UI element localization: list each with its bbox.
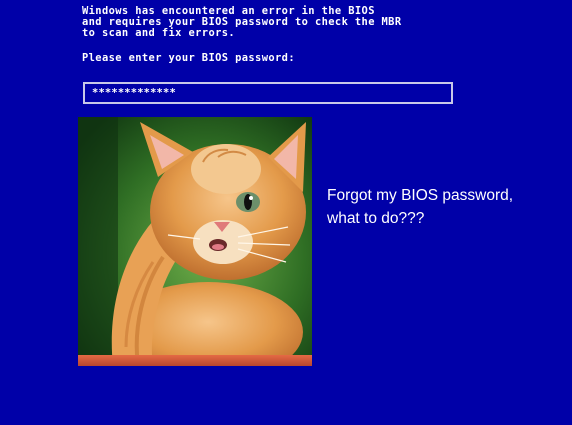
error-line-3: to scan and fix errors. [82, 27, 236, 39]
kitten-photo [78, 117, 312, 366]
caption-text: Forgot my BIOS password, what to do??? [327, 184, 572, 230]
caption-line-2: what to do??? [327, 210, 425, 227]
caption-line-1: Forgot my BIOS password, [327, 187, 514, 204]
bios-password-input[interactable]: ************* [83, 82, 453, 104]
bios-error-message: Windows has encountered an error in the … [82, 6, 522, 39]
password-prompt-label: Please enter your BIOS password: [82, 52, 295, 64]
